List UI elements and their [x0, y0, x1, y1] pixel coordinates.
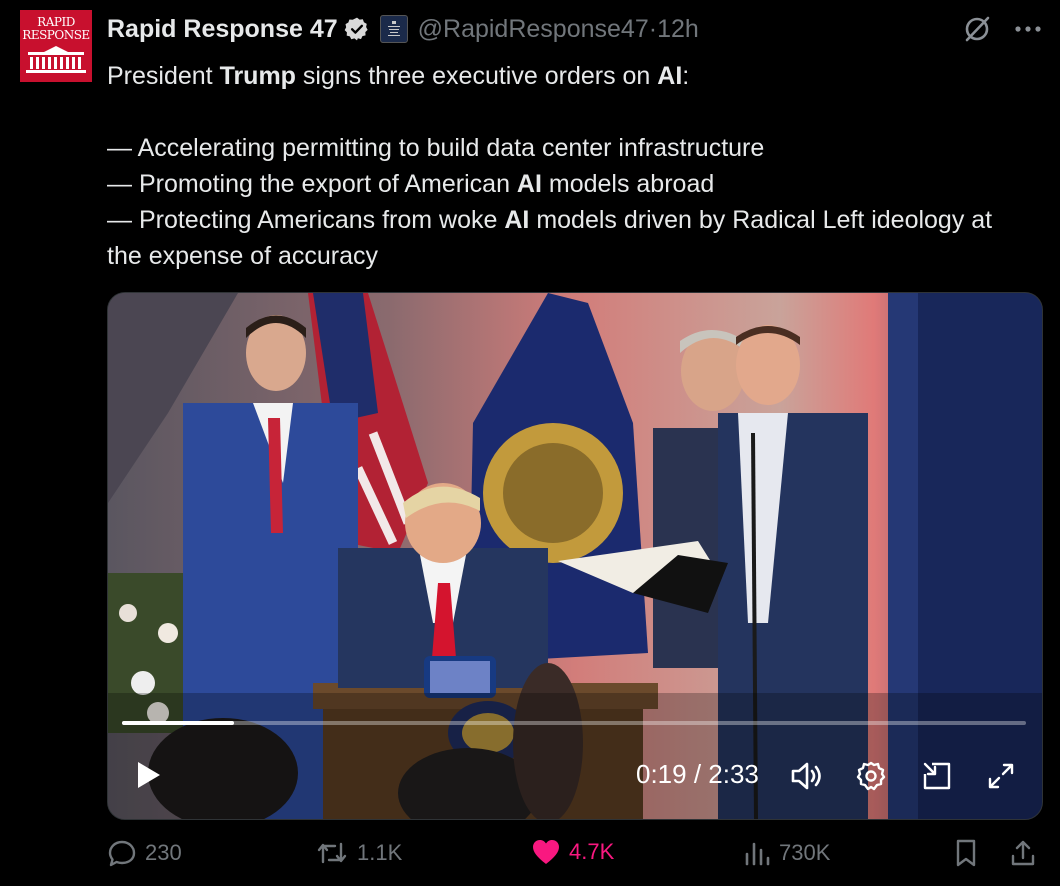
- tweet-text: President Trump signs three executive or…: [107, 58, 1007, 274]
- play-button[interactable]: [128, 753, 168, 797]
- pip-icon: [923, 762, 951, 790]
- tweet-bullet-1: — Accelerating permitting to build data …: [107, 134, 765, 162]
- current-time: 0:19: [636, 759, 687, 789]
- share-button[interactable]: [1009, 838, 1037, 868]
- reply-count: 230: [145, 840, 182, 865]
- repost-icon: [317, 842, 347, 864]
- like-icon: [533, 840, 559, 864]
- avatar-text-response: RESPONSE: [22, 28, 90, 42]
- video-frame: [108, 293, 1042, 819]
- verified-icon[interactable]: [344, 16, 370, 42]
- views-button[interactable]: 730K: [743, 838, 830, 868]
- bookmark-button[interactable]: [953, 838, 979, 868]
- video-timecode: 0:19 / 2:33: [636, 759, 759, 789]
- white-house-badge-icon: [387, 21, 400, 36]
- reply-icon: [108, 840, 136, 867]
- tweet-line-1: President Trump signs three executive or…: [107, 62, 690, 90]
- settings-button[interactable]: [850, 753, 892, 799]
- settings-icon: [856, 761, 886, 791]
- fullscreen-icon: [988, 763, 1014, 789]
- tweet-header: Rapid Response 47 @RapidResponse47 · 12h: [107, 12, 699, 46]
- video-player[interactable]: 0:19 / 2:33: [107, 292, 1043, 820]
- more-icon[interactable]: [1014, 24, 1042, 34]
- bookmark-icon: [956, 839, 976, 867]
- tweet-bullet-2: — Promoting the export of American AI mo…: [107, 170, 715, 198]
- account-name[interactable]: Rapid Response 47: [107, 15, 338, 44]
- views-count: 730K: [779, 840, 831, 865]
- repost-count: 1.1K: [357, 840, 403, 865]
- volume-icon: [791, 762, 821, 790]
- video-progress-fill: [122, 721, 235, 725]
- account-handle[interactable]: @RapidResponse47: [418, 15, 649, 44]
- repost-button[interactable]: 1.1K: [315, 838, 402, 868]
- video-controls: 0:19 / 2:33: [108, 753, 1042, 803]
- post-time[interactable]: 12h: [657, 15, 699, 44]
- video-progress-bar[interactable]: [122, 721, 1026, 725]
- separator: ·: [648, 14, 658, 43]
- action-bar: 230 1.1K 4.7K 730K: [107, 838, 1041, 878]
- pip-button[interactable]: [916, 753, 958, 799]
- grok-icon[interactable]: [962, 14, 992, 44]
- volume-button[interactable]: [786, 753, 828, 799]
- top-icons: [962, 14, 1042, 44]
- reply-button[interactable]: 230: [107, 838, 182, 868]
- like-count: 4.7K: [569, 839, 615, 864]
- white-house-logo-icon: [26, 46, 86, 73]
- duration: 2:33: [708, 759, 759, 789]
- avatar[interactable]: RAPID RESPONSE: [20, 10, 92, 82]
- tweet-bullet-3: — Protecting Americans from woke AI mode…: [107, 206, 993, 270]
- play-icon: [138, 762, 160, 788]
- share-icon: [1011, 840, 1035, 866]
- like-button[interactable]: 4.7K: [531, 838, 614, 866]
- fullscreen-button[interactable]: [980, 753, 1022, 799]
- views-icon: [745, 842, 770, 866]
- affiliation-badge[interactable]: [379, 15, 408, 43]
